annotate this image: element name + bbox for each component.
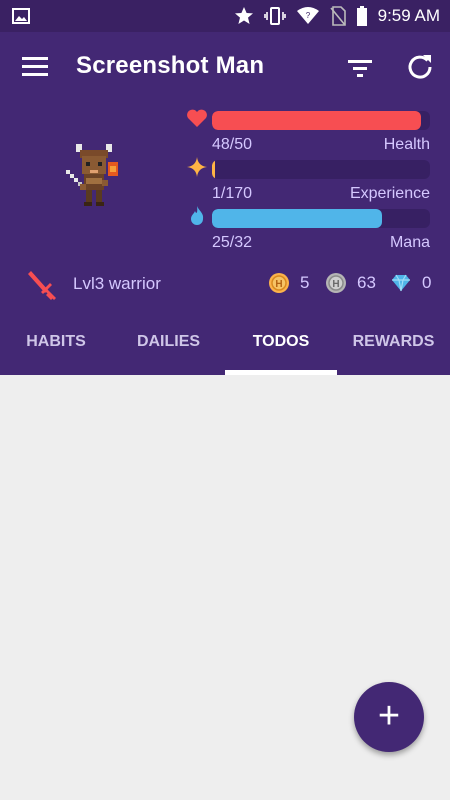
experience-label: Experience [349,185,430,202]
silver-currency: H 63 [325,271,376,295]
heart-icon [187,109,207,127]
refresh-icon[interactable] [405,52,435,82]
wifi-icon: ? [296,7,319,24]
mana-bar [212,209,430,228]
add-todo-button[interactable]: + [354,682,424,752]
gold-amount: 5 [300,273,310,292]
health-label: Health [383,136,430,153]
avatar[interactable] [62,140,126,210]
filter-icon[interactable] [346,54,374,82]
gem-currency: 0 [390,271,431,295]
gem-amount: 0 [422,273,432,292]
add-todo-button-label: + [377,695,401,737]
gold-currency: H 5 [268,271,309,295]
experience-bar [212,160,430,179]
gold-coin-icon: H [269,273,289,293]
no-sim-icon [330,6,346,26]
tab-habits[interactable]: HABITS [0,320,112,375]
tab-todos[interactable]: TODOS [225,320,337,375]
app-header: Screenshot Man 48/50 Health 1/170 Experi… [0,32,450,375]
battery-icon [356,6,367,26]
experience-bar-fill [212,160,215,179]
toolbar: Screenshot Man [0,32,450,102]
page-title: Screenshot Man [76,52,265,79]
health-stat: 48/50 Health [186,107,436,157]
tab-dailies[interactable]: DAILIES [112,320,225,375]
tab-rewards[interactable]: REWARDS [337,320,450,375]
svg-text:H: H [275,279,282,290]
status-bar: ? 9:59 AM [0,0,450,32]
vibrate-icon [263,7,286,25]
sword-icon [28,271,56,300]
health-bar [212,111,430,130]
mana-stat: 25/32 Mana [186,205,436,255]
health-value: 48/50 [212,136,253,153]
star-sparkle-icon [187,157,207,177]
mana-label: Mana [389,234,430,251]
tab-bar: HABITS DAILIES TODOS REWARDS [0,320,450,375]
clock-time: 9:59 AM [377,6,440,25]
class-row: Lvl3 warrior H 5 H 63 0 [0,265,450,305]
gem-icon [392,274,410,292]
mana-bar-fill [212,209,383,228]
experience-value: 1/170 [212,185,253,202]
menu-icon[interactable] [22,55,48,79]
star-icon [234,7,253,24]
silver-coin-icon: H [326,273,346,293]
silver-amount: 63 [357,273,376,292]
health-bar-fill [212,111,422,130]
image-notification-icon [12,8,30,24]
mana-value: 25/32 [212,234,253,251]
class-level-label: Lvl3 warrior [73,274,161,293]
svg-text:H: H [332,279,339,290]
experience-stat: 1/170 Experience [186,156,436,206]
svg-text:?: ? [305,11,310,20]
flame-icon [191,206,204,225]
